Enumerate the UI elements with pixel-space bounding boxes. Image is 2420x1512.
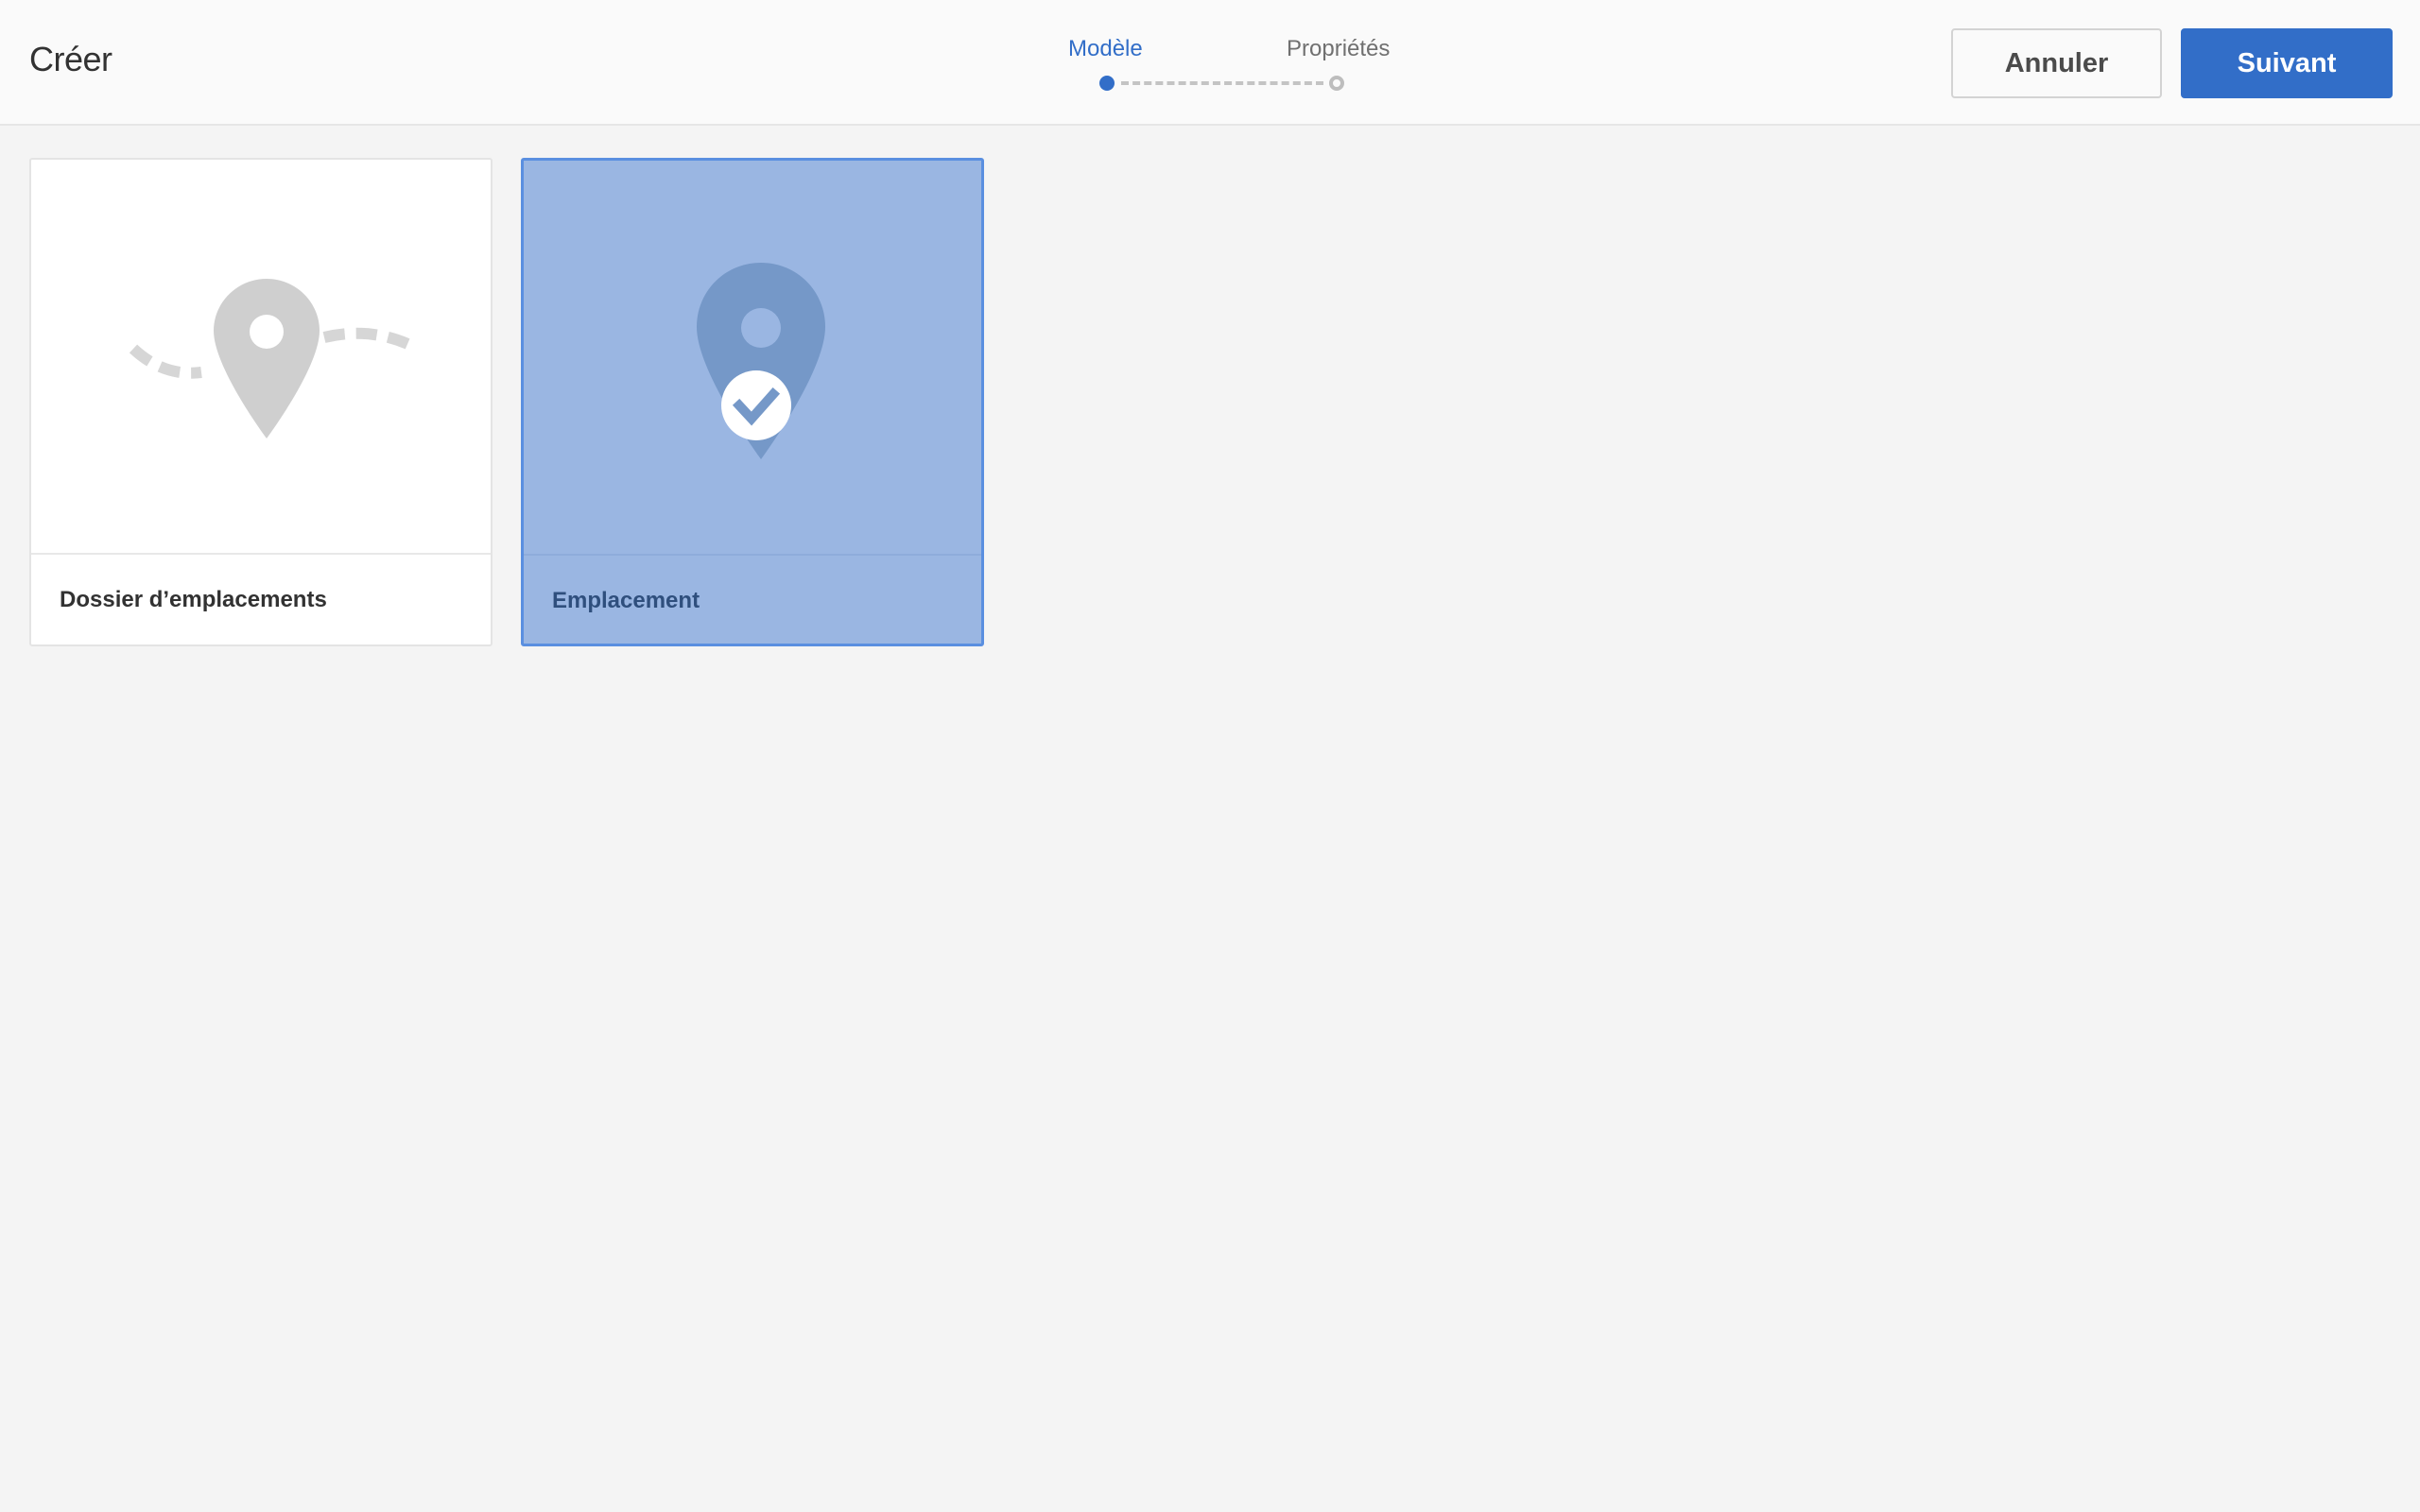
selected-check-icon bbox=[721, 370, 791, 440]
template-card-location-folder[interactable]: Dossier d’emplacements bbox=[29, 158, 493, 646]
step-template-dot bbox=[1099, 76, 1115, 91]
location-folder-icon bbox=[129, 279, 417, 438]
card-label: Emplacement bbox=[552, 588, 700, 613]
top-bar: Créer Modèle Propriétés Annuler Suivant bbox=[0, 0, 2420, 126]
step-properties-dot bbox=[1329, 76, 1344, 91]
step-connector bbox=[1121, 81, 1323, 85]
next-button[interactable]: Suivant bbox=[2181, 28, 2393, 98]
card-thumbnail bbox=[31, 160, 491, 555]
step-template-label[interactable]: Modèle bbox=[1068, 36, 1143, 62]
page-title: Créer bbox=[29, 40, 112, 78]
cancel-button[interactable]: Annuler bbox=[1951, 28, 2162, 98]
wizard-steps: Modèle Propriétés bbox=[1040, 28, 1418, 104]
location-pin-icon bbox=[697, 263, 825, 459]
template-card-location[interactable]: Emplacement bbox=[521, 158, 984, 646]
card-thumbnail bbox=[524, 161, 981, 556]
card-label: Dossier d’emplacements bbox=[60, 587, 327, 612]
step-properties-label[interactable]: Propriétés bbox=[1287, 36, 1390, 62]
